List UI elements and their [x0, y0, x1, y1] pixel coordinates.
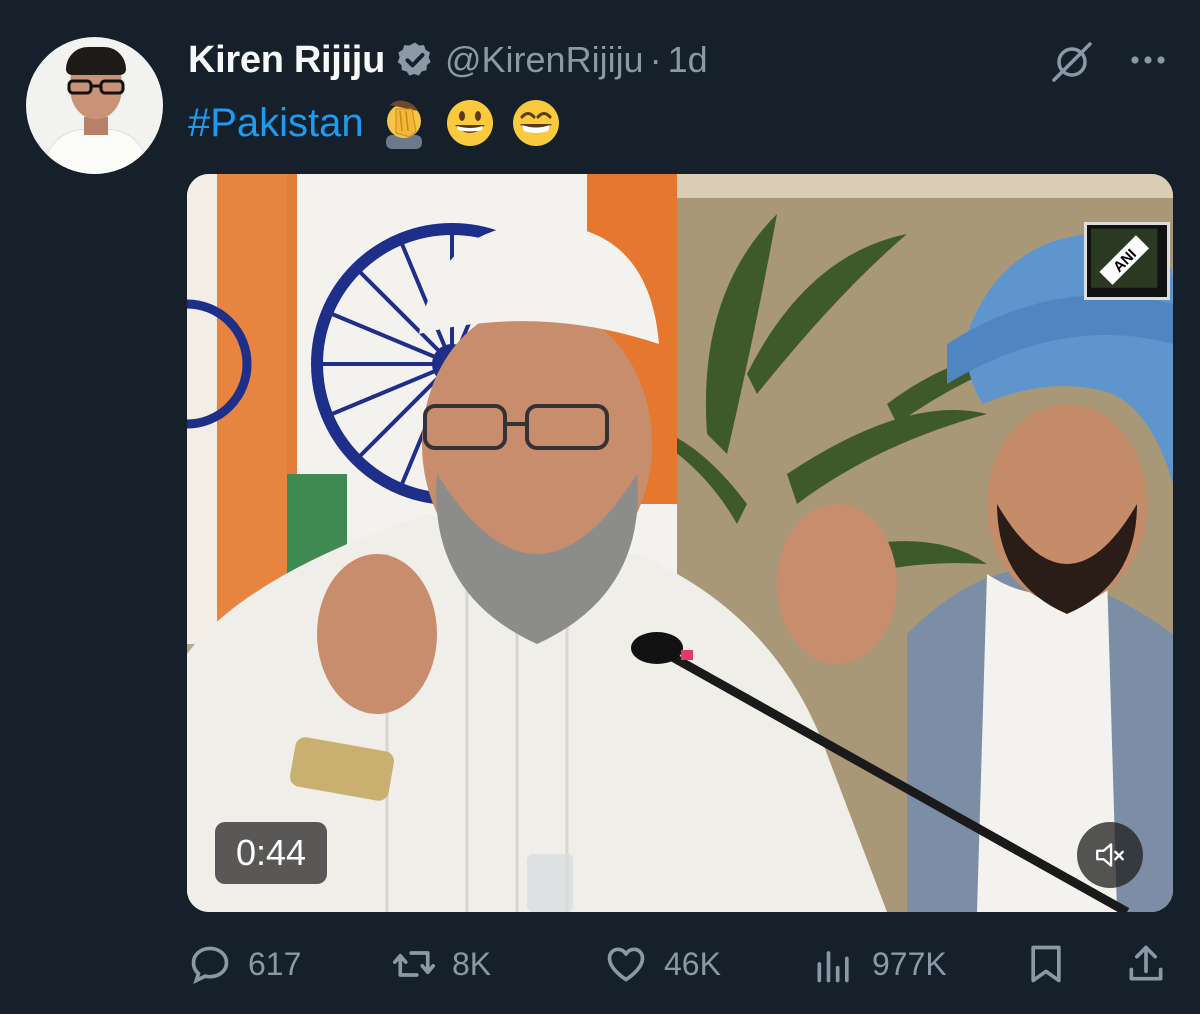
mute-button[interactable]	[1077, 822, 1143, 888]
tweet-header: Kiren Rijiju @KirenRijiju · 1d	[188, 36, 708, 84]
bookmark-button[interactable]	[1024, 942, 1084, 986]
verified-badge-icon[interactable]	[395, 40, 435, 80]
retweet-count: 8K	[452, 945, 492, 982]
muted-speaker-icon	[1096, 843, 1124, 867]
author-name[interactable]: Kiren Rijiju	[188, 39, 385, 82]
retweet-icon	[392, 951, 436, 977]
beaming-face-emoji	[512, 100, 559, 146]
separator-dot: ·	[649, 39, 662, 80]
more-options-icon[interactable]	[1126, 40, 1170, 80]
reply-count: 617	[248, 945, 302, 982]
views-button[interactable]: 977K	[812, 942, 947, 986]
video-duration: 0:44	[215, 822, 327, 884]
action-bar: 617 8K 46K 977K	[0, 934, 1200, 994]
video-duration-text: 0:44	[235, 832, 307, 873]
grok-icon[interactable]	[1050, 40, 1094, 84]
author-handle[interactable]: @KirenRijiju	[445, 39, 644, 81]
avatar-body	[44, 129, 148, 174]
views-chart-icon	[817, 951, 849, 983]
face-palm-emoji	[385, 100, 422, 149]
like-count: 46K	[664, 945, 721, 982]
bookmark-icon	[1031, 945, 1061, 983]
ani-logo-icon: ANI	[1091, 228, 1158, 288]
video-frame	[187, 174, 1173, 912]
reply-button[interactable]: 617	[188, 942, 301, 986]
video-player[interactable]: ANI 0:44	[187, 174, 1173, 912]
post-time[interactable]: 1d	[668, 39, 708, 81]
share-button[interactable]	[1124, 942, 1184, 986]
avatar-glasses	[67, 79, 125, 95]
like-button[interactable]: 46K	[604, 942, 721, 986]
ani-watermark: ANI	[1084, 222, 1170, 300]
hashtag-link[interactable]: #Pakistan	[188, 101, 364, 146]
retweet-button[interactable]: 8K	[392, 942, 491, 986]
avatar[interactable]	[26, 37, 163, 174]
avatar-hair	[66, 47, 126, 75]
heart-icon	[607, 947, 645, 982]
views-count: 977K	[872, 945, 947, 982]
reply-icon	[191, 946, 229, 985]
tweet-text: #Pakistan	[188, 96, 576, 150]
grinning-face-emoji	[446, 100, 493, 146]
share-icon	[1129, 945, 1163, 981]
avatar-neck	[84, 117, 108, 135]
